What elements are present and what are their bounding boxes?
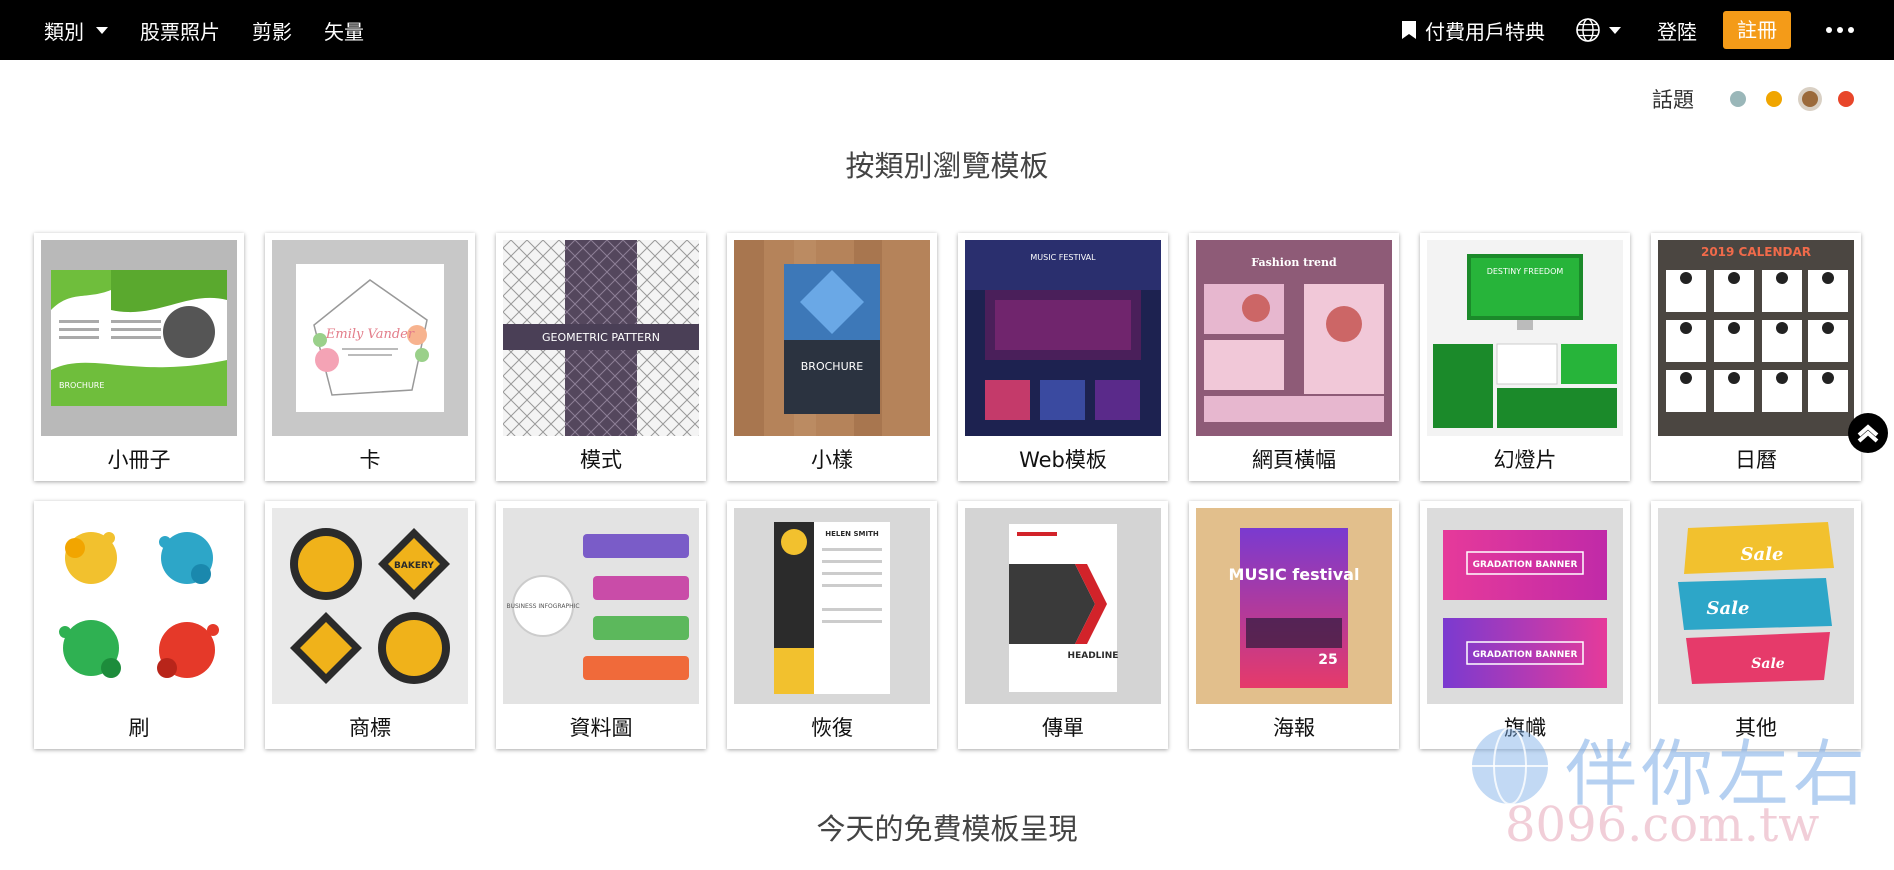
svg-text:Sale: Sale [1707, 598, 1750, 619]
category-card-card[interactable]: Emily Vander 卡 [265, 233, 475, 481]
category-card-slides[interactable]: DESTINY FREEDOM 幻燈片 [1420, 233, 1630, 481]
thumbnail-calendar: 2019 CALENDAR [1658, 240, 1854, 436]
login-link[interactable]: 登陸 [1657, 16, 1697, 45]
svg-text:GEOMETRIC PATTERN: GEOMETRIC PATTERN [542, 331, 660, 344]
nav-link-silhouettes[interactable]: 剪影 [252, 16, 292, 45]
svg-text:Fashion trend: Fashion trend [1251, 256, 1337, 269]
theme-swatch-orange[interactable] [1766, 91, 1782, 107]
svg-text:Sale: Sale [1741, 544, 1784, 565]
category-label: 資料圖 [569, 716, 633, 740]
thumbnail-brochure: BROCHURE [41, 240, 237, 436]
theme-swatch-red[interactable] [1838, 91, 1854, 107]
thumbnail-web-template: MUSIC FESTIVAL [965, 240, 1161, 436]
svg-text:25: 25 [1318, 652, 1337, 668]
category-label: 模式 [580, 448, 622, 472]
category-label: 海報 [1273, 716, 1315, 740]
svg-text:DESTINY FREEDOM: DESTINY FREEDOM [1487, 267, 1564, 276]
svg-text:BAKERY: BAKERY [394, 561, 434, 571]
category-label: 幻燈片 [1493, 448, 1557, 472]
theme-label: 話題 [1652, 88, 1694, 112]
thumbnail-web-banner: Fashion trend [1196, 240, 1392, 436]
thumbnail-flyer: HEADLINE [965, 508, 1161, 704]
svg-text:BUSINESS INFOGRAPHIC: BUSINESS INFOGRAPHIC [506, 603, 579, 610]
browse-by-category-title: 按類別瀏覽模板 [845, 149, 1049, 183]
language-selector[interactable] [1575, 17, 1621, 43]
category-label: 恢復 [811, 716, 853, 740]
thumbnail-card: Emily Vander [272, 240, 468, 436]
nav-left: 類別 股票照片 剪影 矢量 [44, 0, 396, 60]
category-card-flyer[interactable]: HEADLINE 傳單 [958, 501, 1168, 749]
free-templates-title: 今天的免費模板呈現 [816, 812, 1078, 846]
nav-right: 付費用戶特典 登陸 註冊 [1401, 0, 1894, 60]
category-card-calendar[interactable]: 2019 CALENDAR 日曆 [1651, 233, 1861, 481]
category-card-web-banner[interactable]: Fashion trend 網頁橫幅 [1189, 233, 1399, 481]
more-menu-icon[interactable] [1821, 27, 1854, 33]
nav-link-vectors[interactable]: 矢量 [324, 16, 364, 45]
svg-text:MUSIC FESTIVAL: MUSIC FESTIVAL [1030, 253, 1096, 262]
thumbnail-mockup: BROCHURE [734, 240, 930, 436]
scroll-to-top-button[interactable] [1848, 413, 1888, 453]
svg-text:Emily Vander: Emily Vander [325, 327, 415, 342]
category-grid: BROCHURE 小冊子 Emily Vander 卡 GEOMETRIC PA… [34, 233, 1862, 749]
category-card-poster[interactable]: MUSIC festival 25 海報 [1189, 501, 1399, 749]
svg-text:2019 CALENDAR: 2019 CALENDAR [1701, 245, 1811, 259]
svg-text:BROCHURE: BROCHURE [801, 360, 863, 373]
svg-text:BROCHURE: BROCHURE [59, 381, 104, 390]
categories-dropdown[interactable]: 類別 [44, 16, 108, 45]
theme-selector: 話題 [1652, 84, 1854, 114]
category-card-banner[interactable]: GRADATION BANNER GRADATION BANNER 旗幟 [1420, 501, 1630, 749]
category-label: 小樣 [811, 448, 853, 472]
thumbnail-poster: MUSIC festival 25 [1196, 508, 1392, 704]
thumbnail-brush [41, 508, 237, 704]
category-label: 刷 [128, 716, 150, 740]
category-label: Web模板 [1019, 448, 1107, 472]
svg-text:Sale: Sale [1751, 656, 1785, 672]
category-card-infographic[interactable]: BUSINESS INFOGRAPHIC 資料圖 [496, 501, 706, 749]
category-card-resume[interactable]: HELEN SMITH 恢復 [727, 501, 937, 749]
theme-swatch-teal[interactable] [1730, 91, 1746, 107]
thumbnail-other: Sale Sale Sale [1658, 508, 1854, 704]
bookmark-icon [1402, 21, 1416, 39]
nav-link-stock-photos[interactable]: 股票照片 [140, 16, 220, 45]
category-card-mockup[interactable]: BROCHURE 小樣 [727, 233, 937, 481]
category-card-other[interactable]: Sale Sale Sale 其他 [1651, 501, 1861, 749]
category-label: 旗幟 [1504, 716, 1546, 740]
svg-text:MUSIC festival: MUSIC festival [1229, 565, 1360, 584]
thumbnail-pattern: GEOMETRIC PATTERN [503, 240, 699, 436]
category-label: 卡 [359, 448, 381, 472]
globe-icon [1576, 18, 1600, 42]
thumbnail-infographic: BUSINESS INFOGRAPHIC [503, 508, 699, 704]
category-label: 日曆 [1735, 448, 1777, 472]
svg-text:GRADATION BANNER: GRADATION BANNER [1473, 650, 1578, 660]
chevron-down-icon [1609, 26, 1621, 34]
category-card-logo[interactable]: BAKERY 商標 [265, 501, 475, 749]
svg-text:GRADATION BANNER: GRADATION BANNER [1473, 560, 1578, 570]
svg-text:HEADLINE: HEADLINE [1068, 651, 1119, 661]
thumbnail-logo: BAKERY [272, 508, 468, 704]
thumbnail-banner: GRADATION BANNER GRADATION BANNER [1427, 508, 1623, 704]
category-card-web-template[interactable]: MUSIC FESTIVAL Web模板 [958, 233, 1168, 481]
category-label: 傳單 [1042, 716, 1084, 740]
top-navigation-bar: 類別 股票照片 剪影 矢量 付費用戶特典 登陸 註冊 [0, 0, 1894, 60]
category-card-brochure[interactable]: BROCHURE 小冊子 [34, 233, 244, 481]
category-label: 網頁橫幅 [1252, 448, 1336, 472]
thumbnail-resume: HELEN SMITH [734, 508, 930, 704]
category-card-brush[interactable]: 刷 [34, 501, 244, 749]
thumbnail-slides: DESTINY FREEDOM [1427, 240, 1623, 436]
category-card-pattern[interactable]: GEOMETRIC PATTERN 模式 [496, 233, 706, 481]
category-label: 小冊子 [107, 448, 171, 472]
premium-label: 付費用戶特典 [1425, 19, 1545, 44]
chevron-down-icon [96, 26, 108, 34]
category-label: 其他 [1735, 716, 1777, 740]
premium-benefits-link[interactable]: 付費用戶特典 [1401, 16, 1545, 45]
svg-text:HELEN SMITH: HELEN SMITH [825, 530, 879, 538]
register-button[interactable]: 註冊 [1723, 11, 1791, 49]
categories-label: 類別 [44, 19, 84, 44]
category-label: 商標 [349, 716, 391, 740]
theme-swatch-brown[interactable] [1802, 91, 1818, 107]
chevron-up-icon [1857, 424, 1879, 443]
